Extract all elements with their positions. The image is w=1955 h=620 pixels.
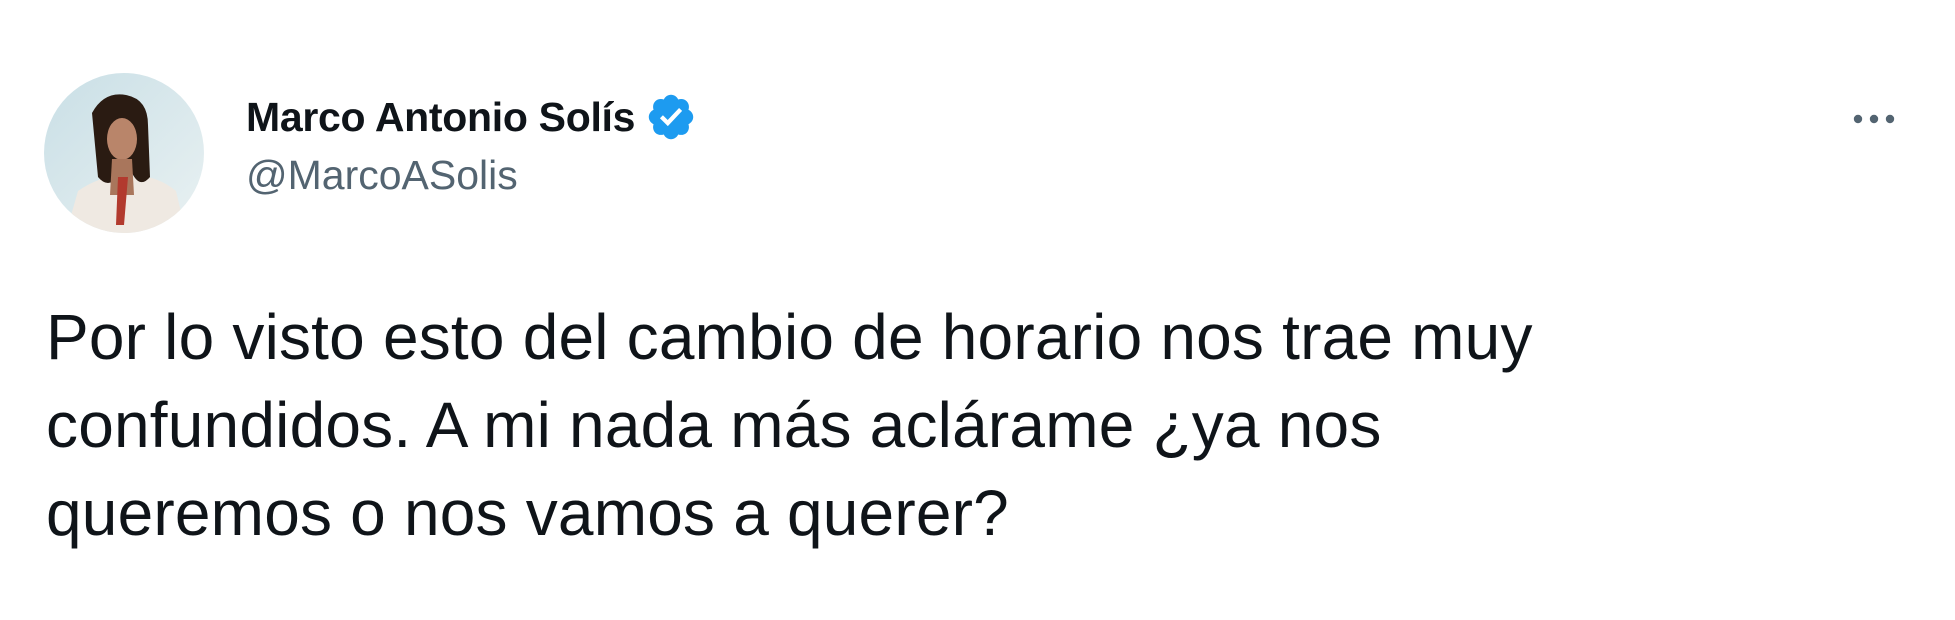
author-name-row: Marco Antonio Solís [246, 90, 697, 144]
author-display-name[interactable]: Marco Antonio Solís [246, 94, 635, 141]
tweet-text-line: Por lo visto esto del cambio de horario … [46, 301, 1533, 373]
author-handle[interactable]: @MarcoASolis [246, 152, 697, 199]
tweet-card: Marco Antonio Solís @MarcoASolis Por lo … [0, 0, 1955, 620]
tweet-author: Marco Antonio Solís @MarcoASolis [246, 90, 697, 199]
tweet-text-line: queremos o nos vamos a querer? [46, 477, 1009, 549]
tweet-text: Por lo visto esto del cambio de horario … [46, 293, 1906, 557]
verified-badge-icon [645, 91, 697, 143]
more-options-button[interactable] [1846, 98, 1902, 140]
tweet-text-line: confundidos. A mi nada más aclárame ¿ya … [46, 389, 1382, 461]
profile-photo-icon [44, 73, 204, 233]
author-avatar[interactable] [44, 73, 204, 233]
more-horizontal-icon [1853, 114, 1895, 124]
